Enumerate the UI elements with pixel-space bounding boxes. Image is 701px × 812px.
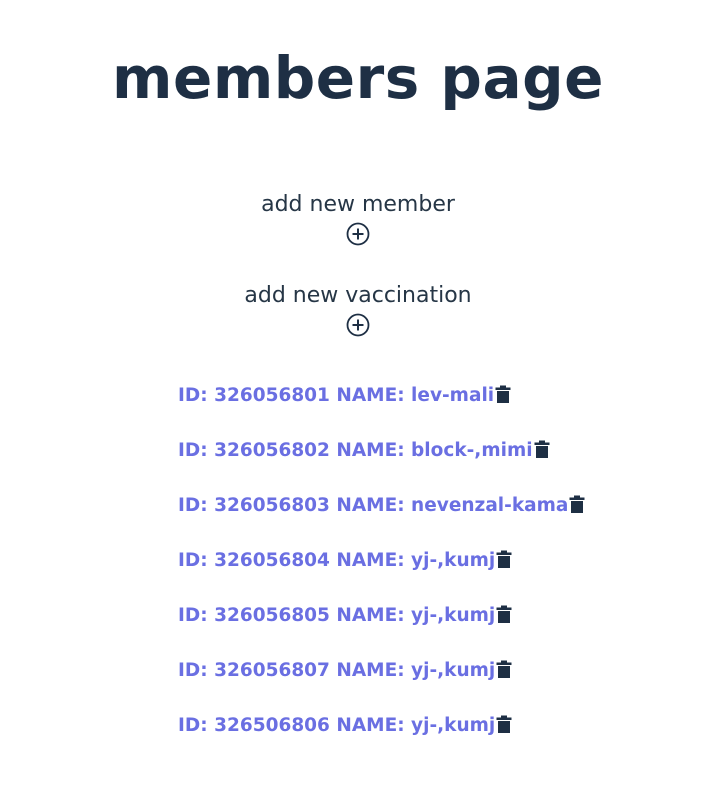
add-member-label[interactable]: add new member bbox=[0, 190, 701, 220]
members-page: members page add new member add new vacc… bbox=[0, 0, 701, 812]
member-link[interactable]: ID: 326056807 NAME: yj-,kumj bbox=[178, 655, 495, 687]
member-row: ID: 326056807 NAME: yj-,kumj bbox=[178, 655, 585, 710]
member-row: ID: 326506806 NAME: yj-,kumj bbox=[178, 710, 585, 765]
member-row: ID: 326056801 NAME: lev-mali bbox=[178, 380, 585, 435]
trash-icon[interactable] bbox=[534, 440, 550, 458]
trash-icon[interactable] bbox=[496, 715, 512, 733]
add-member-section: add new member bbox=[0, 190, 701, 250]
members-list: ID: 326056801 NAME: lev-mali ID: 3260568… bbox=[178, 380, 585, 765]
member-row: ID: 326056805 NAME: yj-,kumj bbox=[178, 600, 585, 655]
member-link[interactable]: ID: 326056803 NAME: nevenzal-kama bbox=[178, 490, 568, 522]
add-vaccination-section: add new vaccination bbox=[0, 281, 701, 341]
member-link[interactable]: ID: 326056801 NAME: lev-mali bbox=[178, 380, 494, 412]
add-vaccination-label[interactable]: add new vaccination bbox=[0, 281, 701, 311]
trash-icon[interactable] bbox=[495, 385, 511, 403]
member-link[interactable]: ID: 326056805 NAME: yj-,kumj bbox=[178, 600, 495, 632]
page-title: members page bbox=[112, 44, 604, 112]
member-link[interactable]: ID: 326056802 NAME: block-,mimi bbox=[178, 435, 533, 467]
trash-icon[interactable] bbox=[496, 550, 512, 568]
trash-icon[interactable] bbox=[496, 660, 512, 678]
trash-icon[interactable] bbox=[496, 605, 512, 623]
add-vaccination-plus-circle-icon[interactable] bbox=[346, 313, 370, 337]
member-link[interactable]: ID: 326056804 NAME: yj-,kumj bbox=[178, 545, 495, 577]
trash-icon[interactable] bbox=[569, 495, 585, 513]
add-member-plus-circle-icon[interactable] bbox=[346, 222, 370, 246]
member-row: ID: 326056802 NAME: block-,mimi bbox=[178, 435, 585, 490]
member-link[interactable]: ID: 326506806 NAME: yj-,kumj bbox=[178, 710, 495, 742]
member-row: ID: 326056804 NAME: yj-,kumj bbox=[178, 545, 585, 600]
member-row: ID: 326056803 NAME: nevenzal-kama bbox=[178, 490, 585, 545]
